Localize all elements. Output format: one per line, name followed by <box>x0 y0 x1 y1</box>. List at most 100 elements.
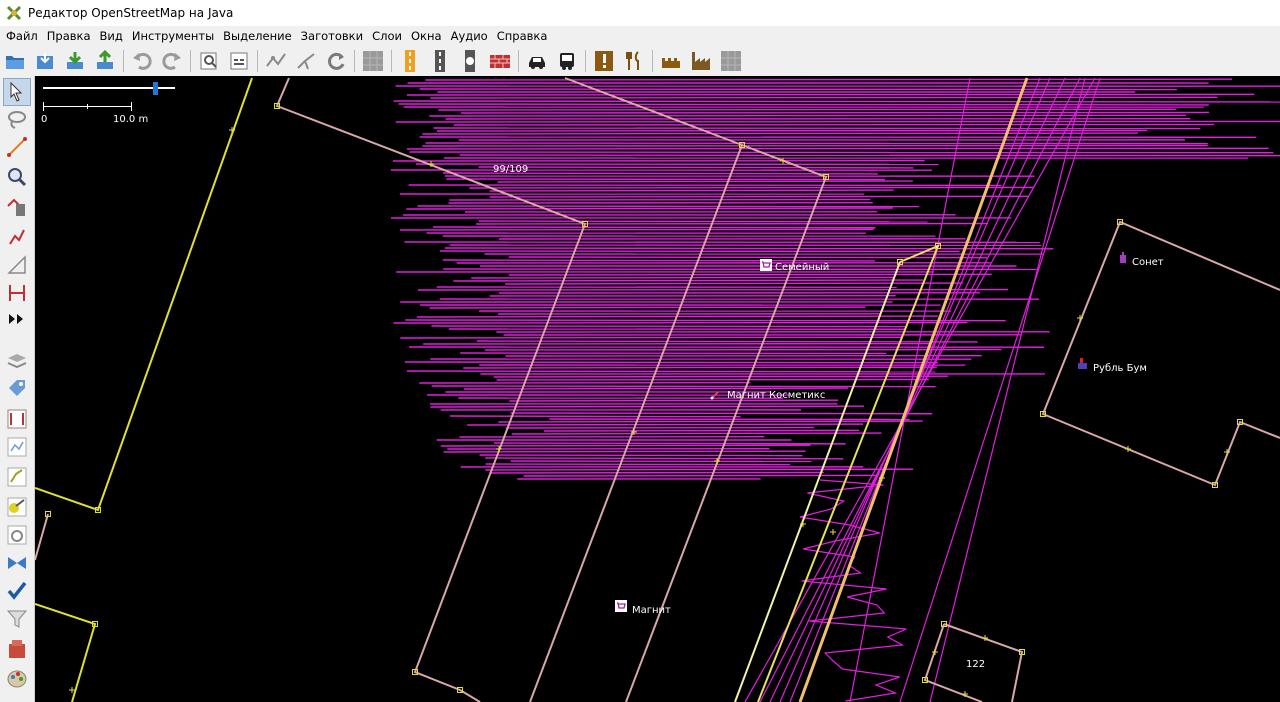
preset-grey2-icon[interactable] <box>718 48 744 74</box>
gps-trace-segment <box>493 442 846 445</box>
preset-road-icon[interactable] <box>427 48 453 74</box>
download-icon[interactable] <box>32 48 58 74</box>
gps-trace-segment <box>425 142 1208 145</box>
poi-label-sonet: Сонет <box>1132 257 1164 268</box>
poi-label-semeyny: Семейный <box>775 262 830 273</box>
tool-sidebar <box>0 76 35 702</box>
download-green-icon[interactable] <box>62 48 88 74</box>
gps-trace-segment <box>398 103 1209 106</box>
split-way-icon[interactable] <box>293 48 319 74</box>
draw-tool-icon[interactable] <box>4 134 30 160</box>
highlighted-way[interactable] <box>35 77 253 512</box>
open-file-icon[interactable] <box>2 48 28 74</box>
supermarket-icon[interactable] <box>615 600 627 612</box>
gps-trace-segment <box>433 127 1201 130</box>
gps-trace-segment <box>430 405 864 408</box>
gps-trace-segment <box>431 385 936 388</box>
gps-trace-segment <box>406 207 893 210</box>
layer-list-icon[interactable] <box>4 348 30 374</box>
upload-icon[interactable] <box>92 48 118 74</box>
changeset-icon[interactable] <box>4 522 30 548</box>
parallel-tool-icon[interactable] <box>4 252 30 278</box>
delete-tool-icon[interactable] <box>4 194 30 220</box>
preset-factory-icon[interactable] <box>688 48 714 74</box>
gps-trace-segment <box>485 463 791 466</box>
preset-castle-icon[interactable] <box>658 48 684 74</box>
menu-presets[interactable]: Заготовки <box>295 29 366 43</box>
window-title: Редактор OpenStreetMap на Java <box>28 6 234 20</box>
simplify-way-icon[interactable] <box>263 48 289 74</box>
poi-label-rubl-bum: Рубль Бум <box>1093 363 1147 374</box>
gps-trace-segment <box>440 444 811 447</box>
main-toolbar <box>0 46 1280 77</box>
zoom-preferences-icon[interactable] <box>196 48 222 74</box>
way-midpoint[interactable] <box>830 529 836 535</box>
more-tools-icon[interactable] <box>4 306 30 332</box>
gps-trace-segment <box>404 361 939 364</box>
menu-edit[interactable]: Правка <box>41 29 94 43</box>
menu-windows[interactable]: Окна <box>405 29 445 43</box>
scale-tick <box>131 102 132 111</box>
gps-trace-segment <box>508 256 988 259</box>
gps-trace-segment <box>453 279 923 282</box>
undo-icon[interactable] <box>129 48 155 74</box>
zoom-slider-knob[interactable] <box>153 82 158 95</box>
perfume-shop-icon[interactable] <box>1117 252 1129 264</box>
cosmetics-shop-icon[interactable] <box>709 389 721 401</box>
validator-icon[interactable] <box>4 578 30 604</box>
gps-trace-segment <box>493 375 949 378</box>
preset-bus-icon[interactable] <box>554 48 580 74</box>
gps-trace-segment <box>510 412 933 415</box>
preset-wall-icon[interactable] <box>487 48 513 74</box>
extrude-tool-icon[interactable] <box>4 280 30 306</box>
way-midpoint[interactable] <box>1125 446 1131 452</box>
menu-help[interactable]: Справка <box>491 29 551 43</box>
building-outline[interactable] <box>35 513 49 561</box>
variety-store-icon[interactable] <box>1076 358 1088 370</box>
menu-bar: Файл Правка Вид Инструменты Выделение За… <box>0 26 1280 46</box>
preset-grey-icon[interactable] <box>360 48 386 74</box>
building-outline[interactable] <box>275 77 587 702</box>
redo-icon[interactable] <box>159 48 185 74</box>
menu-audio[interactable]: Аудио <box>445 29 491 43</box>
preset-restaurant-icon[interactable] <box>621 48 647 74</box>
zoom-tool-icon[interactable] <box>4 164 30 190</box>
menu-selection[interactable]: Выделение <box>217 29 295 43</box>
housenumber-label: 99/109 <box>493 164 529 175</box>
gps-trace-segment <box>467 423 864 426</box>
road[interactable] <box>798 77 1029 702</box>
history-icon[interactable] <box>4 434 30 460</box>
conflict-icon[interactable] <box>4 550 30 576</box>
menu-view[interactable]: Вид <box>94 29 126 43</box>
building-outline[interactable] <box>529 144 743 702</box>
gps-trace-segment <box>459 154 1280 157</box>
preset-car-icon[interactable] <box>524 48 550 74</box>
refresh-icon[interactable] <box>323 48 349 74</box>
highlighted-way[interactable] <box>35 603 97 702</box>
map-paint-icon[interactable] <box>4 666 30 692</box>
gps-trace-segment <box>523 474 879 477</box>
gps-trace-segment <box>429 114 1187 117</box>
gps-trace-segment <box>433 226 876 229</box>
improve-way-tool-icon[interactable] <box>4 224 30 250</box>
tag-checker-icon[interactable] <box>4 494 30 520</box>
menu-layers[interactable]: Слои <box>366 29 405 43</box>
lasso-tool-icon[interactable] <box>4 106 30 132</box>
preset-road-yellow-icon[interactable] <box>397 48 423 74</box>
selection-list-icon[interactable] <box>4 464 30 490</box>
toolbar-separator <box>123 50 124 72</box>
menu-file[interactable]: Файл <box>0 29 41 43</box>
toggle-dialog-icon[interactable] <box>4 636 30 662</box>
layer-props-icon[interactable] <box>226 48 252 74</box>
properties-icon[interactable] <box>4 376 30 402</box>
preset-warning-icon[interactable] <box>591 48 617 74</box>
select-tool-icon[interactable] <box>3 78 31 106</box>
relations-icon[interactable] <box>4 406 30 432</box>
road[interactable] <box>935 245 939 249</box>
menu-tools[interactable]: Инструменты <box>126 29 217 43</box>
toolbar-separator <box>652 50 653 72</box>
filter-icon[interactable] <box>4 606 30 632</box>
map-view[interactable]: 0 10.0 m 99/109 Семейный Сонет Рубль Бум… <box>35 76 1280 702</box>
supermarket-icon[interactable] <box>760 259 772 271</box>
preset-traffic-light-icon[interactable] <box>457 48 483 74</box>
